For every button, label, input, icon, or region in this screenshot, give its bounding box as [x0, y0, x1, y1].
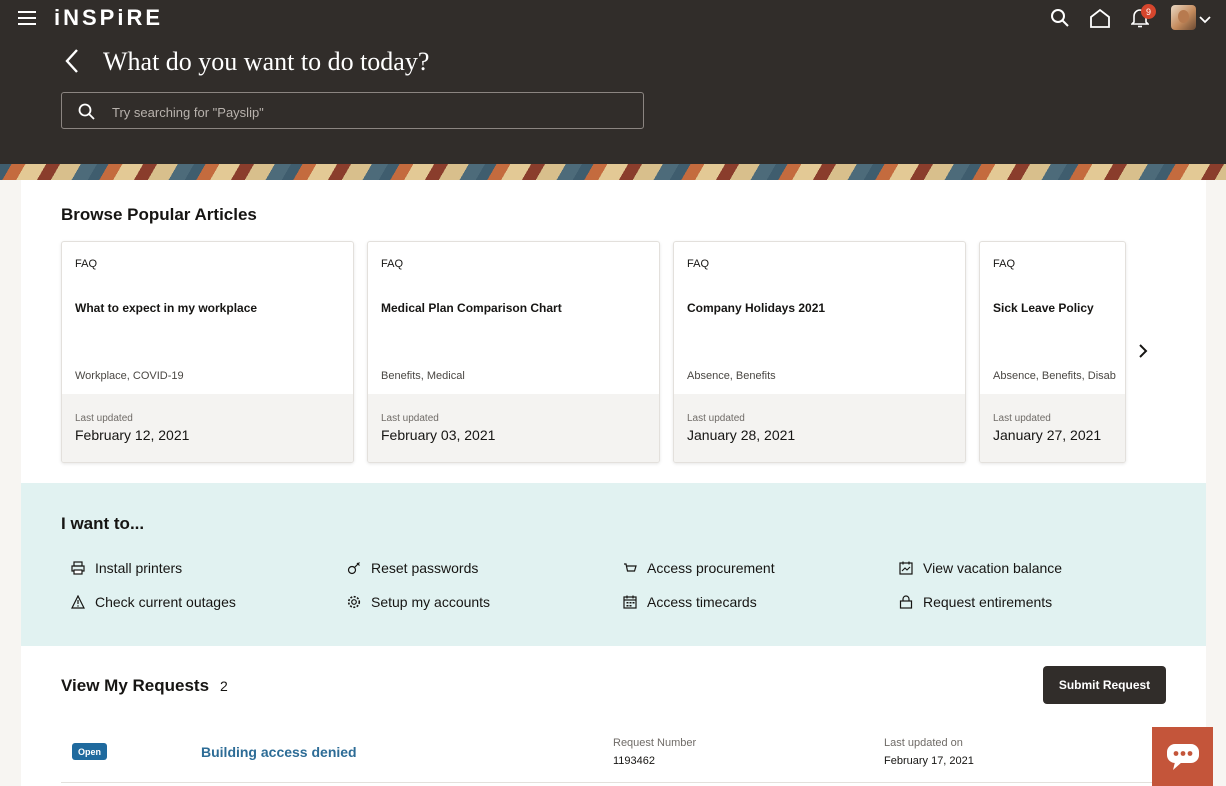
last-updated-label: Last updated [75, 413, 133, 424]
article-date: February 03, 2021 [381, 427, 496, 443]
back-chevron-icon[interactable] [65, 48, 79, 79]
home-icon[interactable] [1088, 6, 1112, 30]
action-label: Access timecards [647, 594, 757, 610]
app-header: iNSPiRE 9 What do you want to do today? … [0, 0, 1226, 172]
search-icon [78, 103, 95, 125]
article-date: January 27, 2021 [993, 427, 1102, 443]
article-tags: Benefits, Medical [381, 370, 465, 382]
action-access-timecards[interactable]: Access timecards [623, 594, 757, 610]
article-type: FAQ [381, 258, 404, 270]
popular-articles-heading: Browse Popular Articles [61, 205, 257, 224]
article-card[interactable]: FAQ What to expect in my workplace Workp… [61, 241, 354, 463]
gear-icon [347, 595, 361, 609]
chat-bubble-icon [1166, 743, 1199, 770]
action-access-procurement[interactable]: Access procurement [623, 560, 775, 576]
article-date: February 12, 2021 [75, 427, 190, 443]
key-icon [347, 562, 360, 575]
article-title: What to expect in my workplace [75, 301, 258, 315]
i-want-to-heading: I want to... [61, 514, 145, 533]
action-request-entitlements[interactable]: Request entirements [899, 594, 1052, 610]
action-install-printers[interactable]: Install printers [71, 560, 182, 576]
action-label: View vacation balance [923, 560, 1063, 576]
article-card[interactable]: FAQ Sick Leave Policy Absence, Benefits,… [979, 241, 1126, 463]
action-view-vacation-balance[interactable]: View vacation balance [899, 560, 1062, 576]
submit-request-button[interactable]: Submit Request [1043, 666, 1166, 704]
action-label: Setup my accounts [371, 594, 491, 610]
decorative-pattern-band [0, 164, 1226, 180]
action-label: Request entirements [923, 594, 1053, 610]
search-input[interactable]: Try searching for "Payslip" [61, 92, 644, 129]
last-updated-value: February 17, 2021 [884, 755, 974, 767]
last-updated-label: Last updated [687, 413, 745, 424]
notification-count-badge: 9 [1141, 4, 1156, 19]
search-placeholder: Try searching for "Payslip" [112, 105, 264, 120]
article-footer: Last updated January 28, 2021 [674, 394, 965, 462]
calendar-icon [623, 595, 637, 609]
article-footer: Last updated February 03, 2021 [368, 394, 659, 462]
article-tags: Absence, Benefits, Disab [993, 370, 1116, 382]
last-updated-label: Last updated [381, 413, 439, 424]
row-divider [61, 782, 1166, 783]
carousel-next-chevron-icon[interactable] [1138, 343, 1148, 364]
my-requests-heading: View My Requests [61, 676, 210, 695]
action-label: Access procurement [647, 560, 775, 576]
action-reset-passwords[interactable]: Reset passwords [347, 560, 478, 576]
action-label: Reset passwords [371, 560, 479, 576]
calendar-chart-icon [899, 561, 913, 575]
article-tags: Workplace, COVID-19 [75, 370, 184, 382]
article-footer: Last updated February 12, 2021 [62, 394, 353, 462]
chat-button[interactable] [1152, 727, 1213, 786]
action-check-current-outages[interactable]: Check current outages [71, 594, 236, 610]
chevron-down-icon[interactable] [1199, 11, 1211, 29]
article-card[interactable]: FAQ Company Holidays 2021 Absence, Benef… [673, 241, 966, 463]
app-logo[interactable]: iNSPiRE [54, 5, 163, 31]
action-setup-my-accounts[interactable]: Setup my accounts [347, 594, 490, 610]
cart-icon [624, 563, 637, 572]
page-title: What do you want to do today? [103, 47, 430, 76]
warning-icon [71, 595, 85, 609]
request-number-label: Request Number [613, 737, 697, 749]
article-date: January 28, 2021 [687, 427, 796, 443]
article-title: Sick Leave Policy [993, 301, 1094, 315]
article-type: FAQ [75, 258, 98, 270]
user-avatar[interactable] [1171, 5, 1196, 30]
search-icon[interactable] [1048, 6, 1072, 30]
hamburger-menu-icon[interactable] [18, 11, 36, 25]
article-card[interactable]: FAQ Medical Plan Comparison Chart Benefi… [367, 241, 660, 463]
status-badge: Open [72, 743, 108, 760]
request-number-value: 1193462 [613, 755, 656, 767]
lock-icon [899, 595, 913, 609]
article-footer: Last updated January 27, 2021 [980, 394, 1125, 462]
action-label: Install printers [95, 560, 183, 576]
article-type: FAQ [993, 258, 1016, 270]
printer-icon [71, 561, 85, 575]
article-title: Medical Plan Comparison Chart [381, 301, 562, 315]
article-tags: Absence, Benefits [687, 370, 776, 382]
article-title: Company Holidays 2021 [687, 301, 826, 315]
requests-count: 2 [220, 678, 228, 694]
last-updated-label: Last updated [993, 413, 1051, 424]
article-type: FAQ [687, 258, 710, 270]
action-label: Check current outages [95, 594, 236, 610]
last-updated-label: Last updated on [884, 737, 963, 749]
request-title-link[interactable]: Building access denied [201, 744, 357, 760]
